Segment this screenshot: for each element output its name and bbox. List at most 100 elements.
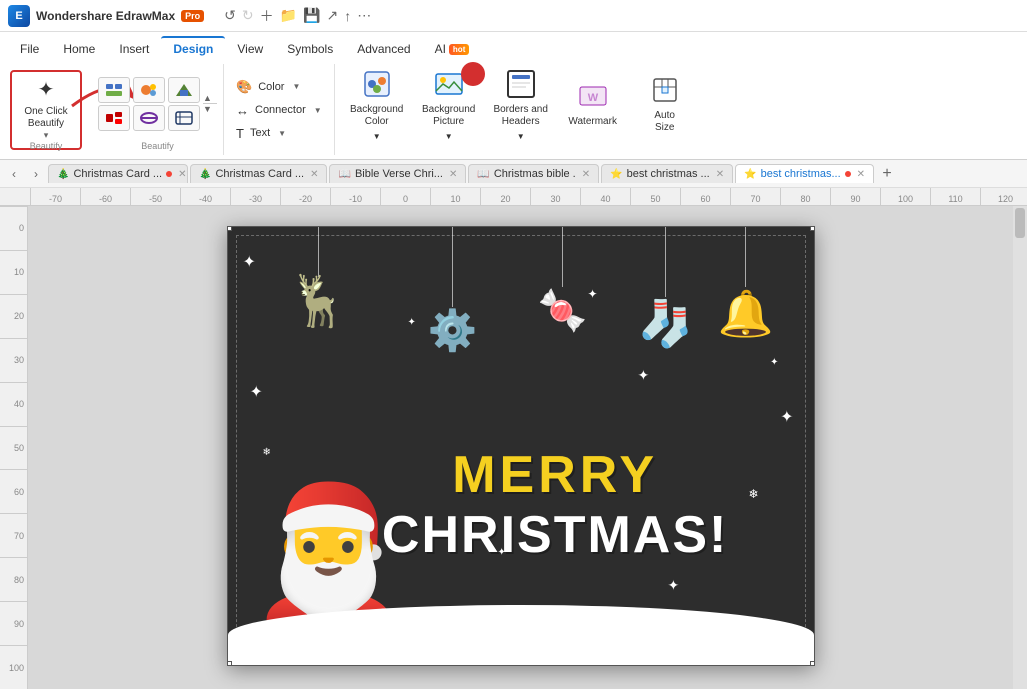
ribbon-tabs: File Home Insert Design View Symbols Adv…	[0, 32, 1027, 60]
doc-tab-5[interactable]: ⭐ best christmas ... ✕	[601, 164, 733, 183]
hang-line-2	[452, 227, 453, 307]
color-control[interactable]: 🎨 Color ▼	[232, 77, 326, 97]
bg-picture-highlight	[461, 62, 485, 86]
logo-icon: E	[8, 5, 30, 27]
borders-headers-label: Borders andHeaders	[493, 104, 547, 128]
hanging-item-stocking: 🧦	[638, 227, 694, 350]
tab-nav-left[interactable]: ‹	[4, 164, 24, 184]
ruler-v-mark: 70	[0, 513, 27, 557]
tab1-dot	[166, 171, 172, 177]
undo-btn[interactable]: ↺	[224, 7, 236, 24]
preset-btn-1[interactable]	[98, 77, 130, 103]
tab-ai[interactable]: AI hot	[423, 38, 482, 60]
auto-size-btn[interactable]: AutoSize	[631, 64, 699, 144]
ruler-v-mark: 30	[0, 338, 27, 382]
new-btn[interactable]: ＋	[260, 6, 274, 26]
one-click-beautify-button[interactable]: ✦ One ClickBeautify ▾	[10, 70, 82, 150]
preset-expand[interactable]: ▲ ▼	[203, 93, 217, 114]
preset-grid	[98, 77, 200, 131]
watermark-btn[interactable]: W Watermark	[559, 64, 627, 144]
doc-tab-6[interactable]: ⭐ best christmas... ✕	[735, 164, 874, 183]
add-tab-button[interactable]: +	[876, 163, 898, 185]
ruler-v-mark: 80	[0, 557, 27, 601]
tab4-close[interactable]: ✕	[582, 169, 590, 180]
borders-headers-btn[interactable]: Borders andHeaders ▼	[487, 64, 555, 144]
ruler-mark: 70	[730, 188, 780, 206]
tab6-dot	[845, 171, 851, 177]
tab2-label: Christmas Card ...	[215, 168, 304, 180]
more-btn[interactable]: ⋯	[357, 7, 371, 24]
ruler-marks-h: -70 -60 -50 -40 -30 -20 -10 0 10 20 30 4…	[30, 188, 1027, 206]
hot-badge: hot	[449, 44, 469, 55]
tab6-label: best christmas...	[761, 168, 841, 180]
resize-handle-tr[interactable]	[810, 226, 815, 231]
tab6-close[interactable]: ✕	[857, 169, 865, 180]
snowflake-2: ✦	[588, 287, 598, 301]
hanging-item-sun: ⚙️	[428, 227, 478, 354]
text-control[interactable]: T Text ▼	[232, 124, 326, 143]
share-btn[interactable]: ↑	[344, 8, 351, 24]
tab5-icon: ⭐	[610, 169, 622, 180]
ruler-mark: -30	[230, 188, 280, 206]
preset-btn-4[interactable]	[98, 105, 130, 131]
doc-tab-1[interactable]: 🎄 Christmas Card ... ✕	[48, 164, 188, 183]
tab-insert[interactable]: Insert	[107, 38, 161, 60]
beautify-dropdown[interactable]: ▾	[44, 130, 49, 141]
preset-btn-2[interactable]	[133, 77, 165, 103]
bg-color-dropdown[interactable]: ▼	[373, 132, 381, 141]
merry-text: MERRY	[382, 445, 728, 505]
reindeer-ornament: 🦌	[288, 272, 350, 331]
preset-btn-5[interactable]	[133, 105, 165, 131]
ruler-vertical: 0 10 20 30 40 50 60 70 80 90 100	[0, 206, 28, 689]
tab3-close[interactable]: ✕	[449, 169, 457, 180]
tab-advanced[interactable]: Advanced	[345, 38, 422, 60]
doc-tab-2[interactable]: 🎄 Christmas Card ... ✕	[190, 164, 327, 183]
resize-handle-tl[interactable]	[227, 226, 232, 231]
text-icon: T	[236, 126, 244, 141]
tab1-icon: 🎄	[57, 169, 69, 180]
beautify-icon: ✦	[38, 78, 55, 102]
bg-color-btn[interactable]: BackgroundColor ▼	[343, 64, 411, 144]
doc-tab-3[interactable]: 📖 Bible Verse Chri... ✕	[329, 164, 466, 183]
canvas-area[interactable]: 🦌 ⚙️ 🍬 🧦 🔔 ✦	[28, 206, 1013, 689]
tab-home[interactable]: Home	[51, 38, 107, 60]
redo-btn[interactable]: ↻	[242, 7, 254, 24]
hanging-item-reindeer: 🦌	[288, 227, 350, 331]
tab-file[interactable]: File	[8, 38, 51, 60]
borders-headers-dropdown[interactable]: ▼	[517, 132, 525, 141]
ruler-mark: 10	[430, 188, 480, 206]
export-btn[interactable]: ↗	[327, 7, 339, 24]
bg-color-label: BackgroundColor	[350, 104, 403, 128]
tab1-close[interactable]: ✕	[178, 169, 186, 180]
preset-btn-3[interactable]	[168, 77, 200, 103]
tab-nav-right[interactable]: ›	[26, 164, 46, 184]
bg-picture-dropdown[interactable]: ▼	[445, 132, 453, 141]
tab-view[interactable]: View	[225, 38, 275, 60]
star-top-left: ✦	[250, 382, 263, 402]
tab3-icon: 📖	[338, 169, 350, 180]
tab-design[interactable]: Design	[161, 36, 225, 60]
ruler-v-mark: 50	[0, 426, 27, 470]
beautify-section: ✦ One ClickBeautify ▾ Beautify	[0, 64, 92, 155]
save-btn[interactable]: 💾	[303, 7, 320, 24]
connector-control[interactable]: ↔ Connector ▼	[232, 101, 326, 120]
tab-symbols[interactable]: Symbols	[275, 38, 345, 60]
christmas-card-canvas[interactable]: 🦌 ⚙️ 🍬 🧦 🔔 ✦	[227, 226, 815, 666]
doc-tab-4[interactable]: 📖 Christmas bible . ✕	[468, 164, 599, 183]
folder-btn[interactable]: 📁	[280, 7, 297, 24]
style-presets-section: ▲ ▼ Beautify	[92, 64, 224, 155]
preset-btn-6[interactable]	[168, 105, 200, 131]
resize-handle-br[interactable]	[810, 661, 815, 666]
bg-picture-btn[interactable]: BackgroundPicture ▼	[415, 64, 483, 144]
scrollbar-thumb-v[interactable]	[1015, 208, 1025, 238]
app-logo: E Wondershare EdrawMax Pro	[8, 5, 204, 27]
snowflake-3: ✦	[408, 317, 416, 328]
tab4-label: Christmas bible .	[494, 168, 576, 180]
tab2-close[interactable]: ✕	[310, 169, 318, 180]
ruler-mark: 30	[530, 188, 580, 206]
ruler-mark: -70	[30, 188, 80, 206]
scrollbar-vertical[interactable]	[1013, 206, 1027, 689]
resize-handle-bl[interactable]	[227, 661, 232, 666]
watermark-label: Watermark	[568, 116, 617, 128]
tab5-close[interactable]: ✕	[716, 169, 724, 180]
